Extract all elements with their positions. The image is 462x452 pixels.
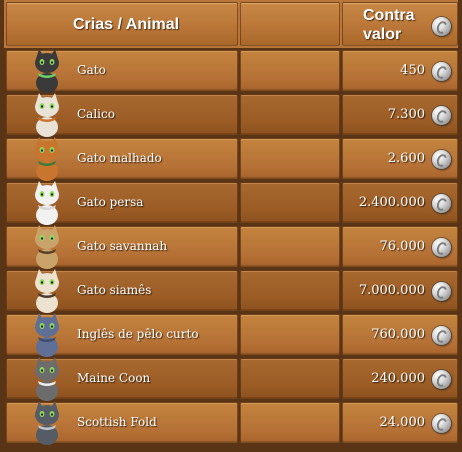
animal-cell: Gato siamês: [6, 269, 238, 313]
price-value: 76.000: [379, 239, 426, 254]
silver-coin-icon: [432, 370, 451, 389]
silver-coin-icon: [432, 194, 451, 213]
header-value-cell: Contra valor: [342, 2, 458, 46]
cat-icon: [35, 313, 59, 357]
price-value: 7.000.000: [358, 283, 425, 298]
animal-name: Scottish Fold: [77, 415, 157, 429]
price-cell: 760.000: [342, 314, 458, 355]
table-row[interactable]: Inglês de pêlo curto 760.000: [4, 313, 458, 357]
animal-cell: Inglês de pêlo curto: [6, 313, 238, 357]
animal-name: Gato persa: [77, 195, 144, 209]
spacer-cell: [240, 182, 340, 223]
price-cell: 24.000: [342, 402, 458, 443]
animal-cell: Gato persa: [6, 181, 238, 225]
silver-coin-icon: [432, 326, 451, 345]
price-table: Crias / Animal Contra valor Gato 450 Cal…: [0, 0, 462, 452]
header-animal-cell: Crias / Animal: [6, 2, 238, 46]
cat-icon: [35, 225, 59, 269]
spacer-cell: [240, 226, 340, 267]
silver-coin-icon: [432, 150, 451, 169]
animal-name: Gato savannah: [77, 239, 168, 253]
table-header: Crias / Animal Contra valor: [4, 0, 458, 48]
animal-cell: Gato malhado: [6, 137, 238, 181]
spacer-cell: [240, 358, 340, 399]
animal-name: Gato: [77, 63, 106, 77]
table-row[interactable]: Calico 7.300: [4, 93, 458, 137]
animal-name: Maine Coon: [77, 371, 151, 385]
spacer-cell: [240, 50, 340, 91]
header-animal-label: Crias / Animal: [73, 16, 180, 33]
price-cell: 2.600: [342, 138, 458, 179]
header-value-label-line2: valor: [363, 26, 402, 43]
price-cell: 76.000: [342, 226, 458, 267]
cat-icon: [35, 137, 59, 181]
cat-icon: [35, 401, 59, 445]
silver-coin-icon: [432, 414, 451, 433]
price-cell: 240.000: [342, 358, 458, 399]
cat-icon: [35, 269, 59, 313]
table-row[interactable]: Gato 450: [4, 49, 458, 93]
silver-coin-icon: [432, 106, 451, 125]
spacer-cell: [240, 270, 340, 311]
price-cell: 7.300: [342, 94, 458, 135]
silver-coin-icon: [432, 282, 451, 301]
cat-icon: [35, 181, 59, 225]
animal-name: Inglês de pêlo curto: [77, 327, 199, 341]
price-value: 7.300: [387, 107, 425, 122]
animal-cell: Scottish Fold: [6, 401, 238, 445]
header-spacer-cell: [240, 2, 340, 46]
cat-icon: [35, 93, 59, 137]
silver-coin-icon: [432, 62, 451, 81]
animal-cell: Calico: [6, 93, 238, 137]
price-cell: 2.400.000: [342, 182, 458, 223]
animal-cell: Maine Coon: [6, 357, 238, 401]
spacer-cell: [240, 138, 340, 179]
spacer-cell: [240, 402, 340, 443]
price-cell: 450: [342, 50, 458, 91]
animal-cell: Gato savannah: [6, 225, 238, 269]
price-value: 760.000: [371, 327, 425, 342]
cat-icon: [35, 357, 59, 401]
cat-icon: [35, 49, 59, 93]
table-row[interactable]: Scottish Fold 24.000: [4, 401, 458, 445]
animal-name: Gato malhado: [77, 151, 162, 165]
header-value-label-line1: Contra: [363, 7, 415, 24]
price-value: 2.600: [387, 151, 425, 166]
table-row[interactable]: Gato persa 2.400.000: [4, 181, 458, 225]
table-row[interactable]: Maine Coon 240.000: [4, 357, 458, 401]
price-value: 24.000: [379, 415, 426, 430]
price-cell: 7.000.000: [342, 270, 458, 311]
silver-coin-icon: [432, 17, 451, 36]
price-value: 2.400.000: [358, 195, 425, 210]
animal-name: Calico: [77, 107, 115, 121]
price-value: 240.000: [371, 371, 425, 386]
animal-cell: Gato: [6, 49, 238, 93]
animal-name: Gato siamês: [77, 283, 152, 297]
price-value: 450: [400, 63, 425, 78]
table-row[interactable]: Gato malhado 2.600: [4, 137, 458, 181]
table-row[interactable]: Gato siamês 7.000.000: [4, 269, 458, 313]
spacer-cell: [240, 314, 340, 355]
table-row[interactable]: Gato savannah 76.000: [4, 225, 458, 269]
silver-coin-icon: [432, 238, 451, 257]
spacer-cell: [240, 94, 340, 135]
